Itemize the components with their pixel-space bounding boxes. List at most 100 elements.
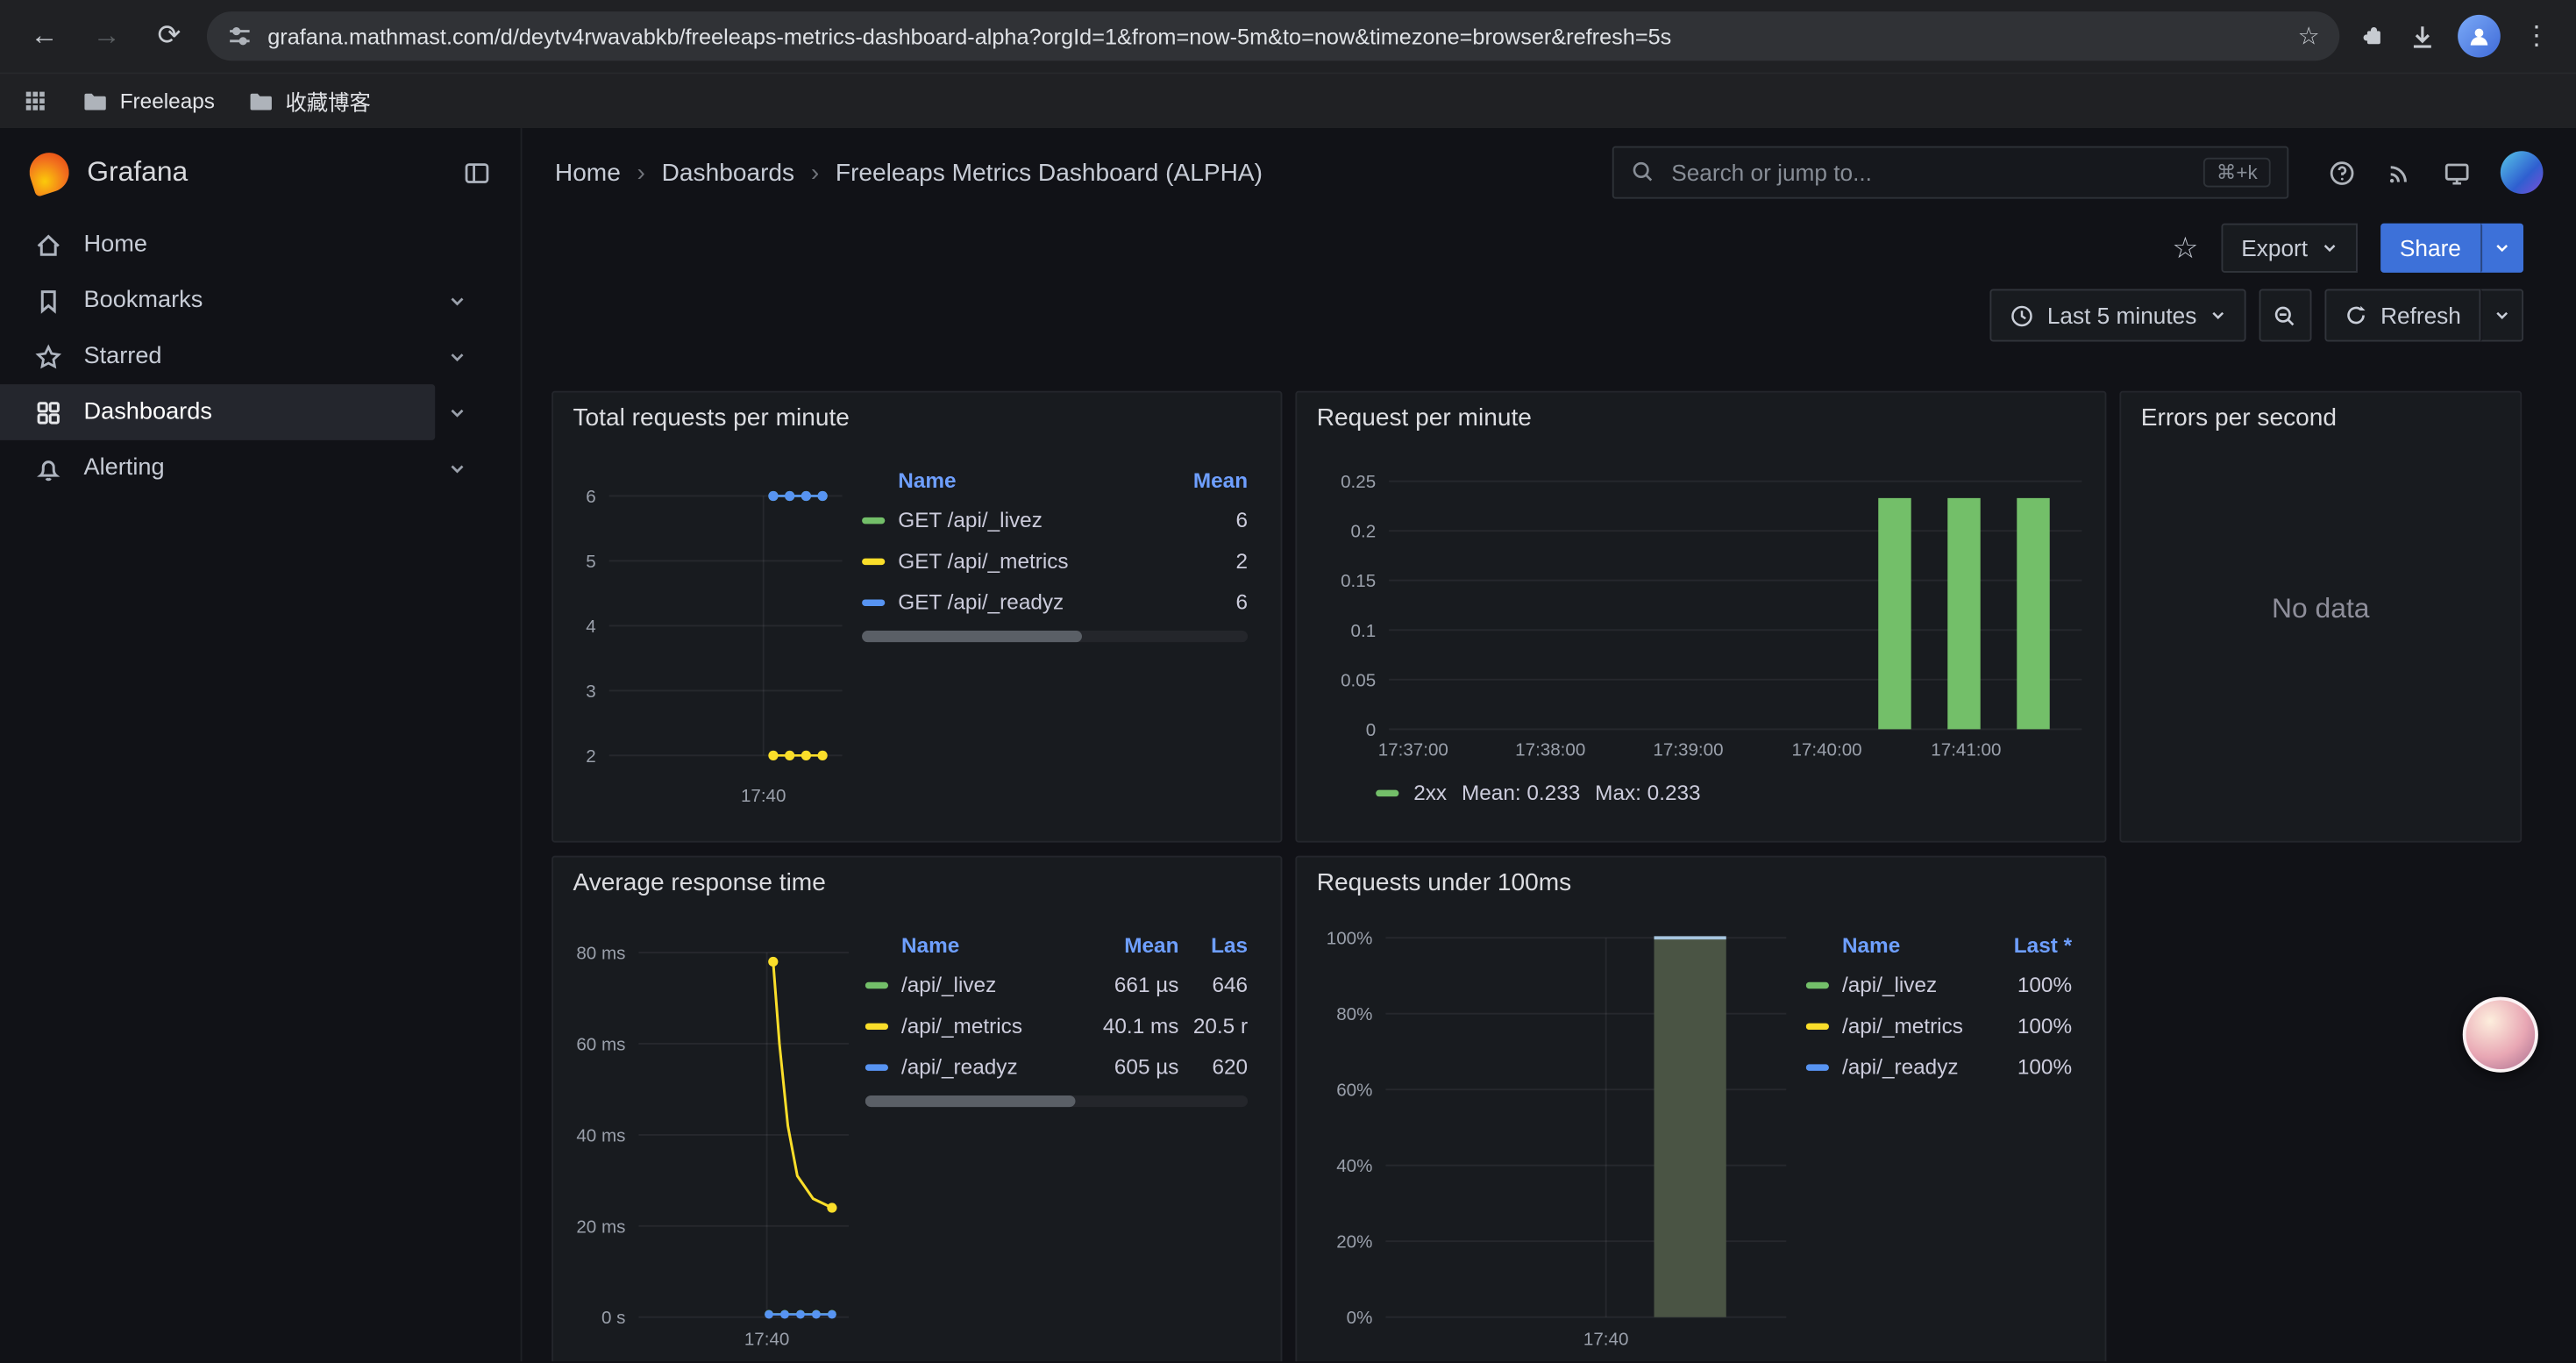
svg-text:0.2: 0.2 xyxy=(1351,522,1377,542)
apps-grid-icon[interactable] xyxy=(23,88,49,114)
legend-scrollbar[interactable] xyxy=(865,1095,1248,1107)
legend-col-name[interactable]: Name xyxy=(1842,932,1974,957)
sidebar-item-home[interactable]: Home xyxy=(0,217,435,273)
help-icon[interactable] xyxy=(2328,160,2354,186)
legend-col-mean[interactable]: Mean xyxy=(1163,467,1248,492)
export-button[interactable]: Export xyxy=(2222,224,2357,273)
time-range-picker[interactable]: Last 5 minutes xyxy=(1989,289,2245,342)
sidebar-item-dashboards[interactable]: Dashboards xyxy=(0,384,435,440)
refresh-icon xyxy=(2345,303,2367,326)
svg-text:5: 5 xyxy=(586,552,595,572)
svg-text:0: 0 xyxy=(1366,720,1376,740)
bookmark-item[interactable]: 收藏博客 xyxy=(247,85,370,117)
legend-row[interactable]: GET /api/_readyz 6 xyxy=(862,582,1248,623)
sidebar-item-bookmarks[interactable]: Bookmarks xyxy=(0,273,435,329)
bookmark-star-icon[interactable]: ☆ xyxy=(2298,21,2320,51)
kiosk-monitor-icon[interactable] xyxy=(2443,160,2469,186)
legend-col-mean[interactable]: Mean xyxy=(1093,932,1178,957)
refresh-button[interactable]: Refresh xyxy=(2324,289,2480,342)
grafana-logo[interactable] xyxy=(25,147,75,197)
share-button[interactable]: Share xyxy=(2380,224,2480,273)
total-requests-chart[interactable]: 6543217:40 xyxy=(563,437,855,817)
chevron-down-icon[interactable] xyxy=(435,291,478,310)
legend-row[interactable]: /api/_metrics 100% xyxy=(1806,1005,2072,1046)
chevron-down-icon[interactable] xyxy=(435,459,478,477)
browser-profile-avatar[interactable] xyxy=(2458,15,2501,58)
request-per-minute-chart[interactable]: 0.250.20.150.10.05017:37:0017:38:0017:39… xyxy=(1307,437,2099,765)
legend-row[interactable]: /api/_livez 100% xyxy=(1806,964,2072,1005)
url-bar[interactable]: grafana.mathmast.com/d/deytv4rwavabkb/fr… xyxy=(207,11,2339,61)
panel-title[interactable]: Average response time xyxy=(553,857,1281,902)
bookmarks-bar: Freeleaps 收藏博客 xyxy=(0,72,2576,128)
requests-under-100ms-chart[interactable]: 100%80%60%40%20%0%17:40 xyxy=(1307,902,1800,1355)
panel-title[interactable]: Request per minute xyxy=(1297,393,2104,438)
downloads-icon[interactable] xyxy=(2409,23,2435,49)
chevron-down-icon[interactable] xyxy=(435,347,478,366)
forward-icon[interactable]: → xyxy=(82,11,132,61)
browser-menu-icon[interactable]: ⋮ xyxy=(2523,19,2550,52)
svg-text:17:40: 17:40 xyxy=(741,786,786,806)
legend-row[interactable]: /api/_metrics 40.1 ms 20.5 r xyxy=(865,1005,1248,1046)
back-icon[interactable]: ← xyxy=(19,11,68,61)
svg-text:0.25: 0.25 xyxy=(1341,472,1376,492)
zoom-out-button[interactable] xyxy=(2259,289,2312,342)
time-controls: Last 5 minutes Refresh xyxy=(522,279,2575,364)
series-color-dash xyxy=(1376,789,1398,796)
svg-text:2: 2 xyxy=(586,746,595,767)
breadcrumb-separator: › xyxy=(811,159,819,187)
legend-col-name[interactable]: Name xyxy=(898,467,1149,492)
bell-icon xyxy=(34,454,62,482)
legend-row[interactable]: GET /api/_livez 6 xyxy=(862,499,1248,540)
share-menu-chevron[interactable] xyxy=(2480,224,2523,273)
legend-inline[interactable]: 2xx Mean: 0.233 Max: 0.233 xyxy=(1297,774,2104,805)
legend-row[interactable]: /api/_readyz 100% xyxy=(1806,1046,2072,1088)
svg-text:60 ms: 60 ms xyxy=(576,1034,625,1054)
panel-title[interactable]: Requests under 100ms xyxy=(1297,857,2104,902)
svg-text:0%: 0% xyxy=(1347,1308,1373,1328)
search-placeholder: Search or jump to... xyxy=(1671,160,2188,186)
chevron-down-icon[interactable] xyxy=(435,403,478,422)
panel-title[interactable]: Errors per second xyxy=(2121,393,2520,438)
browser-actions: ⋮ xyxy=(2352,15,2556,58)
svg-text:20 ms: 20 ms xyxy=(576,1217,625,1237)
top-navigation: Home › Dashboards › Freeleaps Metrics Da… xyxy=(522,128,2575,217)
reload-icon[interactable]: ⟳ xyxy=(145,11,194,61)
legend-col-last[interactable]: Las xyxy=(1192,932,1248,957)
svg-text:0.05: 0.05 xyxy=(1341,670,1376,690)
assistant-floating-avatar[interactable] xyxy=(2463,997,2538,1073)
breadcrumb-dashboards[interactable]: Dashboards xyxy=(662,159,794,187)
folder-icon xyxy=(82,88,109,114)
search-input[interactable]: Search or jump to... ⌘+k xyxy=(1612,146,2288,199)
legend-row[interactable]: /api/_readyz 605 µs 620 xyxy=(865,1046,1248,1088)
svg-text:17:41:00: 17:41:00 xyxy=(1931,739,2001,760)
legend-row[interactable]: /api/_livez 661 µs 646 xyxy=(865,964,1248,1005)
sidebar-item-alerting[interactable]: Alerting xyxy=(0,440,435,496)
average-response-time-chart[interactable]: 80 ms60 ms40 ms20 ms0 s17:40 xyxy=(563,902,858,1355)
user-avatar[interactable] xyxy=(2501,151,2544,194)
news-rss-icon[interactable] xyxy=(2386,160,2412,186)
url-text[interactable]: grafana.mathmast.com/d/deytv4rwavabkb/fr… xyxy=(267,24,2283,48)
topnav-icons xyxy=(2328,151,2543,194)
no-data-message: No data xyxy=(2121,437,2520,781)
svg-text:3: 3 xyxy=(586,682,595,702)
favorite-star-icon[interactable]: ☆ xyxy=(2172,231,2198,265)
legend-scrollbar[interactable] xyxy=(862,631,1248,642)
breadcrumb-home[interactable]: Home xyxy=(555,159,621,187)
svg-text:17:39:00: 17:39:00 xyxy=(1653,739,1723,760)
scrollbar-thumb[interactable] xyxy=(862,631,1082,642)
sidebar-row-dashboards: Dashboards xyxy=(0,384,478,440)
brand-title: Grafana xyxy=(87,156,188,189)
extensions-icon[interactable] xyxy=(2359,23,2386,49)
breadcrumb-separator: › xyxy=(637,159,645,187)
scrollbar-thumb[interactable] xyxy=(865,1095,1076,1107)
refresh-interval-chevron[interactable] xyxy=(2480,289,2523,342)
site-settings-icon[interactable] xyxy=(226,23,253,49)
legend-row[interactable]: GET /api/_metrics 2 xyxy=(862,540,1248,582)
bookmark-item[interactable]: Freeleaps xyxy=(82,88,215,114)
sidebar-item-starred[interactable]: Starred xyxy=(0,329,435,385)
legend-col-name[interactable]: Name xyxy=(901,932,1080,957)
search-icon xyxy=(1630,160,1656,186)
legend-col-last[interactable]: Last * xyxy=(1987,932,2072,957)
panel-title[interactable]: Total requests per minute xyxy=(553,393,1281,438)
collapse-sidebar-icon[interactable] xyxy=(463,159,491,187)
